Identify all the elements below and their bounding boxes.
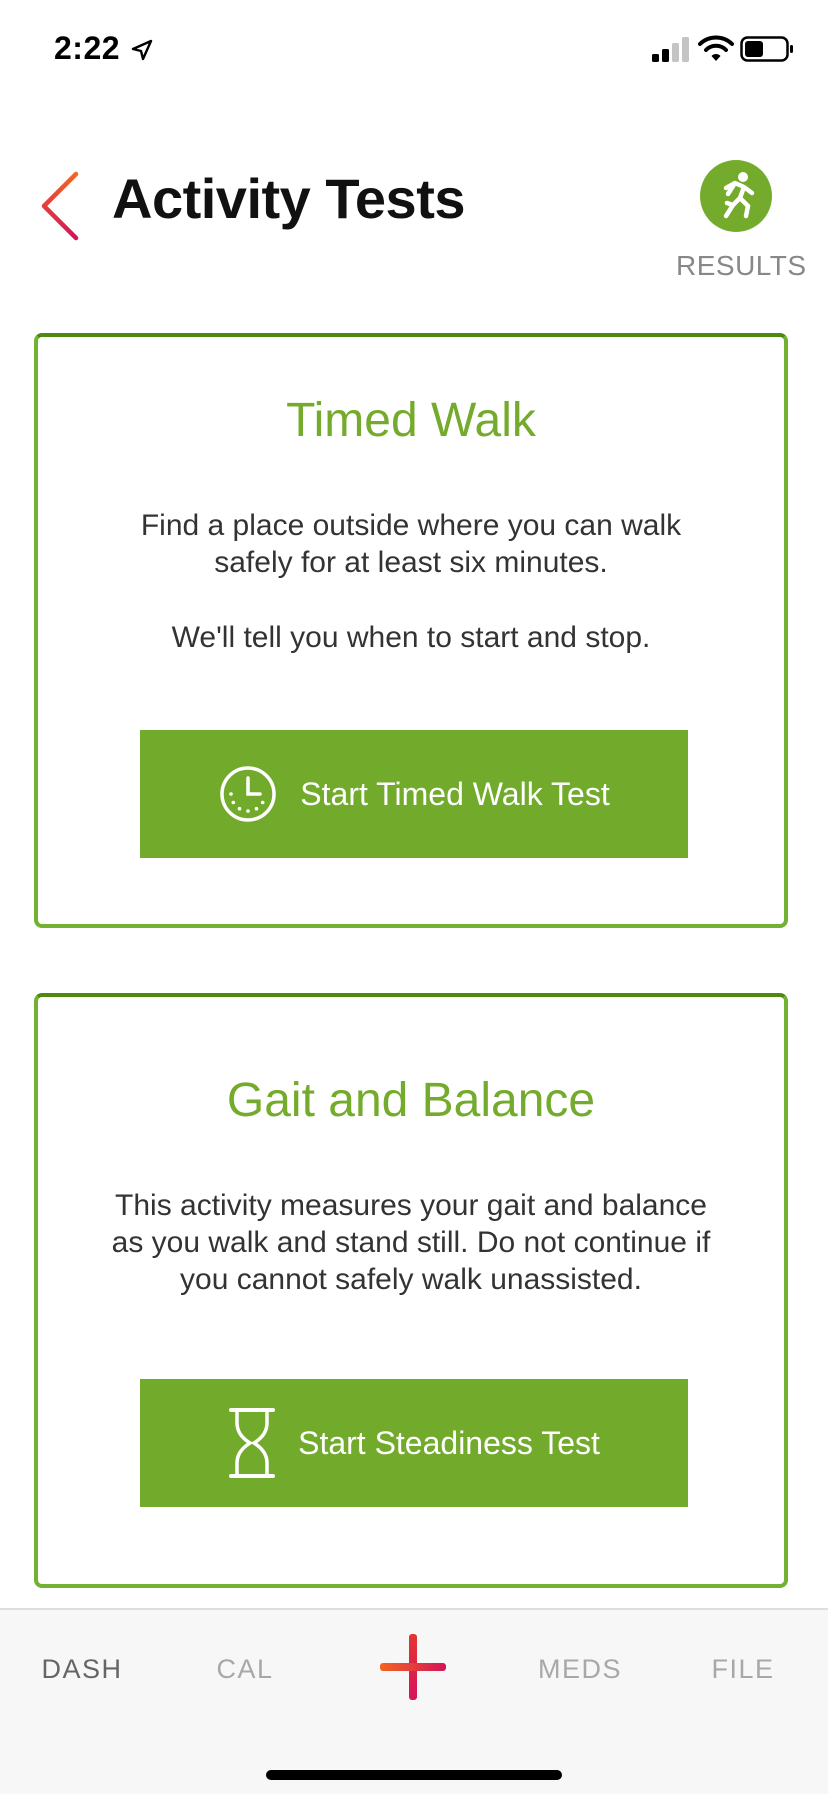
status-time: 2:22: [54, 30, 121, 66]
tab-dash[interactable]: DASH: [12, 1654, 152, 1685]
timed-walk-card: Timed Walk Find a place outside where yo…: [34, 333, 788, 928]
tab-cal[interactable]: CAL: [175, 1654, 315, 1685]
back-chevron-icon[interactable]: [38, 170, 88, 242]
hourglass-icon: [229, 1408, 276, 1478]
cell-signal-icon: [652, 37, 689, 62]
start-steadiness-label: Start Steadiness Test: [298, 1424, 600, 1461]
home-indicator[interactable]: [266, 1770, 562, 1780]
gait-balance-card: Gait and Balance This activity measures …: [34, 993, 788, 1588]
location-arrow-icon: [131, 39, 153, 61]
wifi-icon: [698, 35, 734, 61]
tab-file[interactable]: FILE: [673, 1654, 813, 1685]
results-label: RESULTS: [676, 250, 807, 281]
gait-balance-title: Gait and Balance: [226, 1074, 596, 1127]
battery-icon: [740, 36, 793, 62]
start-timed-walk-label: Start Timed Walk Test: [300, 775, 610, 812]
start-timed-walk-button[interactable]: Start Timed Walk Test: [140, 730, 688, 858]
plus-icon[interactable]: [378, 1632, 448, 1702]
running-person-icon: [700, 160, 772, 232]
tab-meds[interactable]: MEDS: [510, 1654, 650, 1685]
timed-walk-instructions: We'll tell you when to start and stop.: [171, 621, 651, 654]
tab-bar: DASH CAL MEDS FILE: [0, 1608, 828, 1794]
clock-icon: [220, 766, 277, 822]
page-title: Activity Tests: [112, 167, 465, 230]
gait-balance-description: This activity measures your gait and bal…: [111, 1189, 711, 1296]
status-bar: 2:22: [0, 0, 828, 100]
timed-walk-description: Find a place outside where you can walk …: [140, 509, 682, 579]
timed-walk-title: Timed Walk: [286, 394, 536, 447]
results-button[interactable]: RESULTS: [676, 158, 807, 286]
start-steadiness-button[interactable]: Start Steadiness Test: [140, 1379, 688, 1507]
